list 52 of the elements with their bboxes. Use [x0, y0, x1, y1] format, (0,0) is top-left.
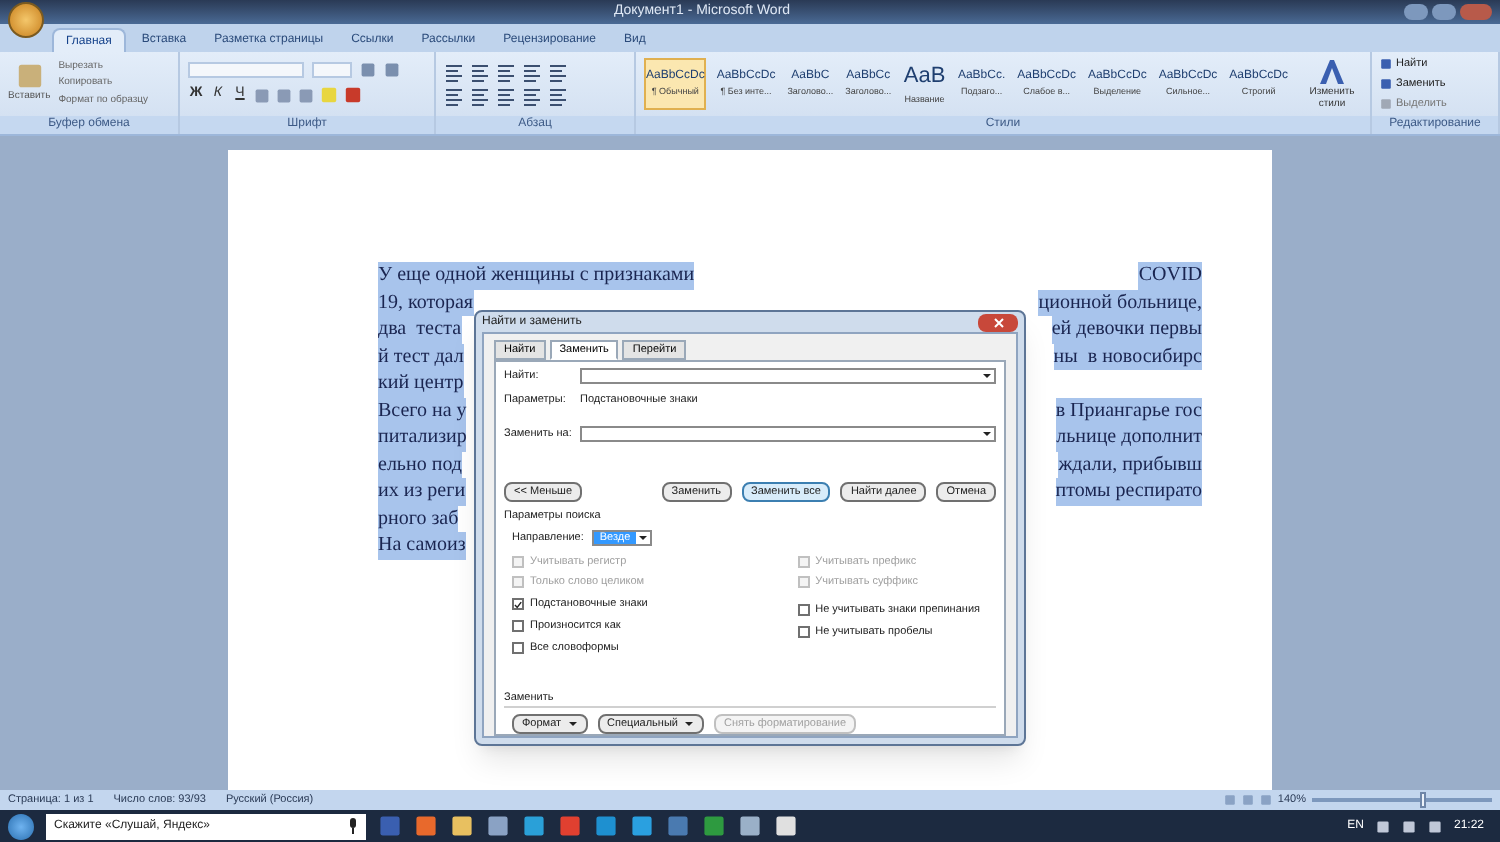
app-icon[interactable]	[486, 814, 510, 838]
dropdown-arrow-icon	[980, 427, 994, 440]
document-text: кий центр	[378, 370, 464, 397]
dropdown-arrow-icon	[683, 720, 694, 728]
dropdown-arrow-icon	[980, 370, 994, 383]
app-icon[interactable]	[450, 814, 474, 838]
microphone-icon[interactable]	[348, 818, 358, 834]
dropdown-arrow-icon	[636, 532, 651, 545]
document-text: й тест дал	[378, 343, 464, 370]
checkbox[interactable]	[797, 625, 810, 638]
document-text: На самоиз	[378, 532, 466, 559]
align-left-icon[interactable]	[444, 87, 464, 105]
document-text: У еще одной женщины с признаками	[378, 262, 695, 289]
document-text: ны в новосибирс	[1053, 343, 1202, 370]
document-text: Всего на у	[378, 397, 467, 424]
app-icon[interactable]	[774, 814, 798, 838]
checkbox[interactable]	[512, 598, 524, 611]
close-button[interactable]	[978, 313, 1018, 332]
checkbox[interactable]	[512, 641, 524, 654]
checkbox[interactable]	[512, 619, 524, 632]
font-name-field[interactable]	[188, 62, 304, 79]
close-icon	[993, 317, 1003, 328]
document-text: в Приангарье гос	[1055, 397, 1202, 424]
styles-icon[interactable]	[1318, 58, 1346, 86]
document-text: их из реги	[378, 478, 466, 505]
replace-field[interactable]	[580, 425, 996, 442]
app-icon[interactable]	[522, 814, 546, 838]
document-text: рного заб	[378, 505, 459, 532]
document-text: питализир	[378, 424, 467, 451]
app-icon[interactable]	[738, 814, 762, 838]
align-right-icon[interactable]	[496, 87, 516, 105]
document-text: ей девочки первы	[1051, 316, 1202, 343]
maximize-button[interactable]	[1432, 4, 1456, 20]
align-center-icon[interactable]	[470, 87, 490, 105]
document-text: два теста	[378, 316, 462, 343]
document-text: ждали, прибывш	[1058, 451, 1202, 478]
start-button[interactable]	[8, 813, 34, 839]
app-icon[interactable]	[414, 814, 438, 838]
dropdown-arrow-icon	[567, 720, 578, 728]
minimize-button[interactable]	[1404, 4, 1428, 20]
document-text: COVID	[1138, 262, 1202, 289]
office-button[interactable]	[8, 2, 44, 38]
find-field[interactable]	[580, 368, 996, 385]
app-icon[interactable]	[630, 814, 654, 838]
document-text: 19, которая	[378, 289, 473, 316]
font-size-field[interactable]	[312, 62, 352, 79]
zoom-slider-thumb[interactable]	[1420, 792, 1426, 808]
document-text: льнице дополнит	[1056, 424, 1202, 451]
document-text: ционной больнице,	[1038, 289, 1202, 316]
document-text: птомы респирато	[1055, 478, 1202, 505]
document-text: ельно под	[378, 451, 462, 478]
checkbox[interactable]	[797, 604, 810, 617]
